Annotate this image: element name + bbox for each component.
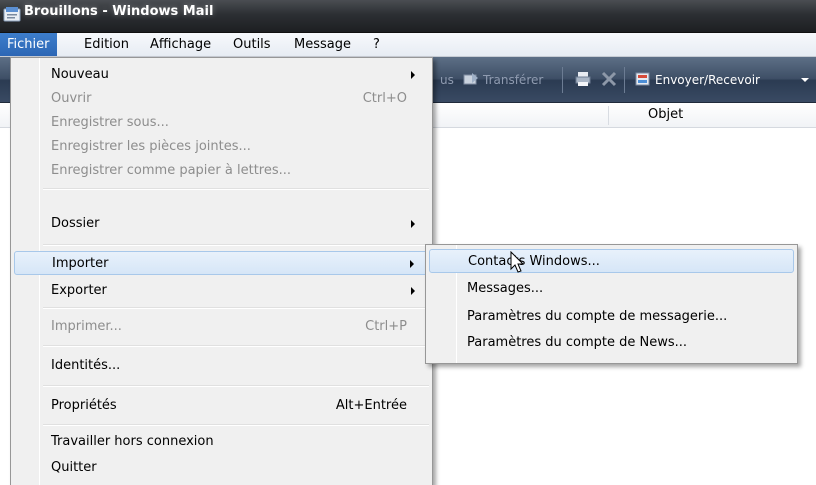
submenu-item-contacts-windows[interactable]: Contacts Windows...: [429, 249, 794, 273]
forward-icon: [463, 73, 478, 85]
submenu-arrow-icon: [411, 287, 415, 295]
menu-affichage[interactable]: Affichage: [143, 33, 218, 56]
menu-item-dossier[interactable]: Dossier: [14, 212, 429, 236]
file-menu: Nouveau Ouvrir Ctrl+O Enregistrer sous..…: [10, 57, 433, 485]
submenu-arrow-icon: [411, 220, 415, 228]
mouse-cursor-icon: [510, 251, 525, 273]
menu-item-enregistrer-papier-lettres[interactable]: Enregistrer comme papier à lettres...: [14, 159, 429, 183]
menu-item-travailler-hors-connexion[interactable]: Travailler hors connexion: [14, 430, 429, 454]
column-header-objet[interactable]: Objet: [648, 107, 683, 122]
menu-item-proprietes[interactable]: Propriétés Alt+Entrée: [14, 394, 429, 418]
submenu-arrow-icon: [411, 71, 415, 79]
menu-item-exporter[interactable]: Exporter: [14, 279, 429, 303]
send-receive-button[interactable]: Envoyer/Recevoir: [655, 71, 760, 89]
menu-help[interactable]: ?: [366, 33, 387, 56]
menu-edition[interactable]: Edition: [77, 33, 136, 56]
menu-item-enregistrer-sous[interactable]: Enregistrer sous...: [14, 111, 429, 135]
menu-item-nouveau[interactable]: Nouveau: [14, 63, 429, 87]
import-submenu: Contacts Windows... Messages... Paramètr…: [425, 244, 798, 364]
send-receive-icon: [635, 72, 650, 86]
submenu-item-parametres-messagerie[interactable]: Paramètres du compte de messagerie...: [429, 305, 794, 329]
delete-icon[interactable]: [600, 70, 618, 88]
menu-item-importer[interactable]: Importer: [14, 251, 429, 275]
menu-item-imprimer[interactable]: Imprimer... Ctrl+P: [14, 315, 429, 339]
window-title: Brouillons - Windows Mail: [24, 4, 214, 19]
toolbar-partial-button[interactable]: us: [440, 71, 454, 89]
menu-item-ouvrir[interactable]: Ouvrir Ctrl+O: [14, 87, 429, 111]
print-icon[interactable]: [574, 70, 592, 88]
menu-item-quitter[interactable]: Quitter: [14, 456, 429, 480]
windows-mail-icon: [3, 7, 21, 22]
forward-button[interactable]: Transférer: [483, 71, 543, 89]
submenu-item-parametres-news[interactable]: Paramètres du compte de News...: [429, 331, 794, 355]
menu-item-enregistrer-pieces-jointes[interactable]: Enregistrer les pièces jointes...: [14, 135, 429, 159]
menu-outils[interactable]: Outils: [226, 33, 278, 56]
title-bar: Brouillons - Windows Mail: [0, 0, 816, 33]
menu-message[interactable]: Message: [287, 33, 358, 56]
submenu-arrow-icon: [410, 260, 414, 268]
chevron-down-icon[interactable]: [800, 75, 810, 85]
menu-fichier[interactable]: Fichier: [0, 33, 57, 56]
menu-item-identites[interactable]: Identités...: [14, 354, 429, 378]
submenu-item-messages[interactable]: Messages...: [429, 277, 794, 301]
menu-bar: Fichier Edition Affichage Outils Message…: [0, 33, 816, 57]
